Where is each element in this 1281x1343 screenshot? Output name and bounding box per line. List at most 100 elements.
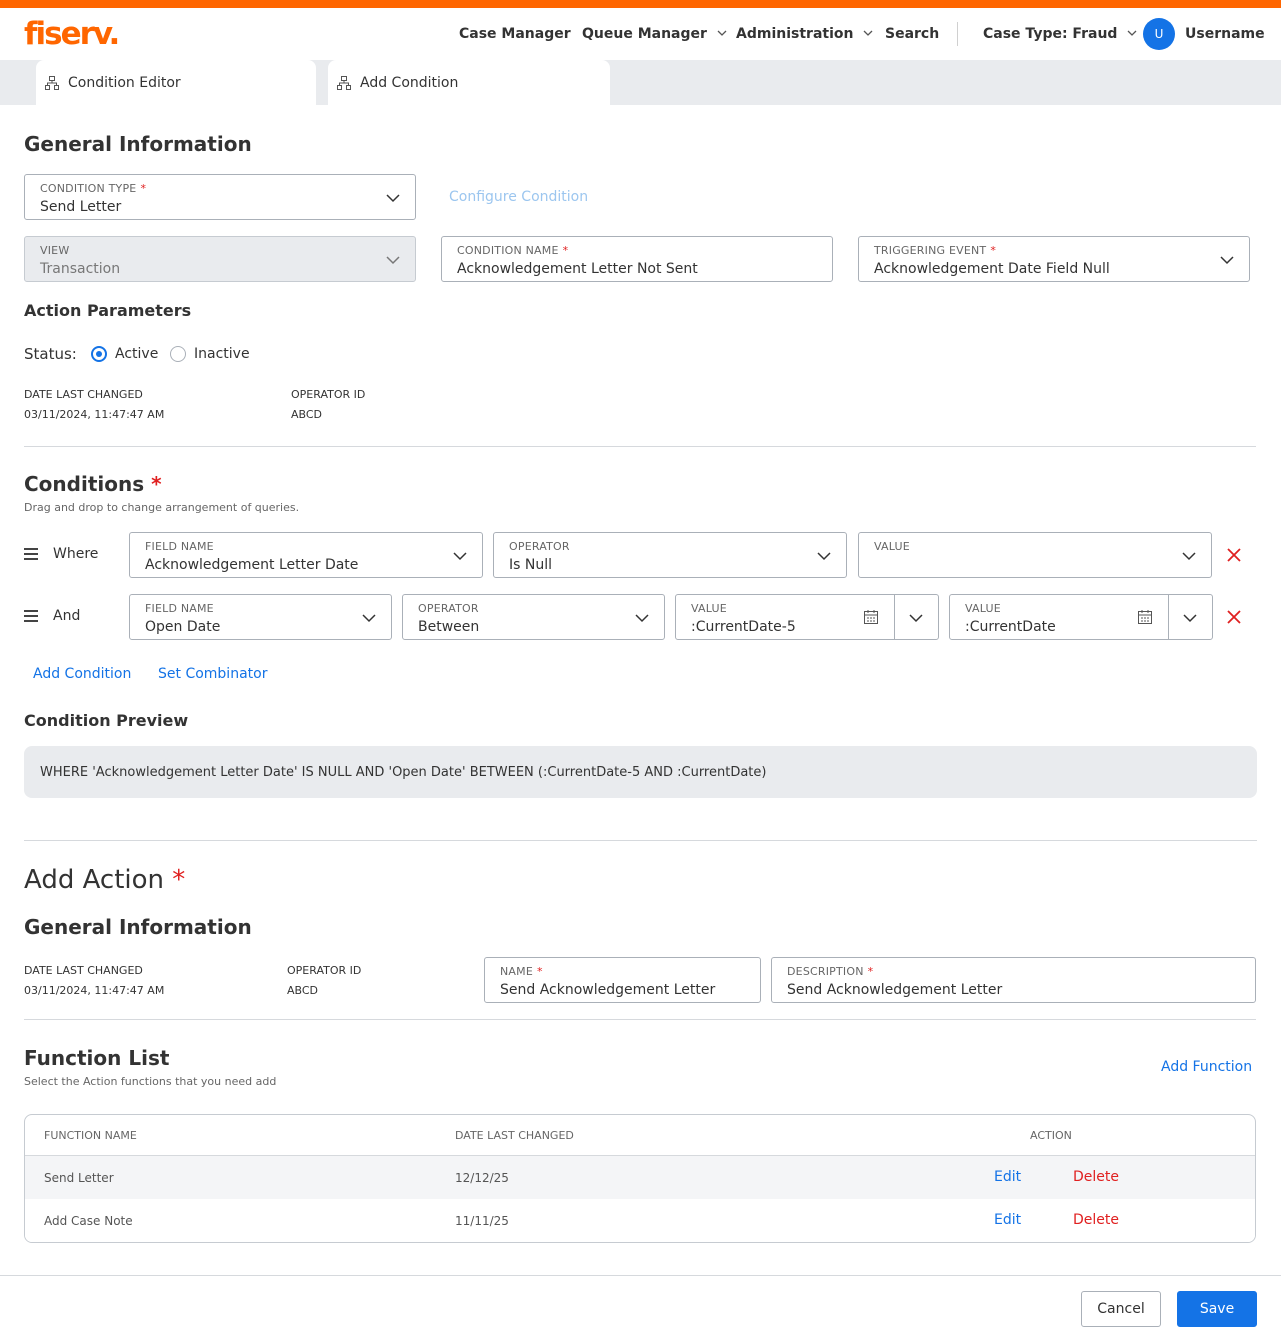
status-active-radio[interactable] xyxy=(91,346,107,362)
fiserv-logo[interactable]: fiserv. xyxy=(24,16,120,52)
date-cell: 12/12/25 xyxy=(455,1171,509,1185)
status-inactive-radio[interactable] xyxy=(170,346,186,362)
column-header: Function Name xyxy=(44,1129,137,1142)
action-name-label-text: Name xyxy=(500,965,533,978)
operator-value: Between xyxy=(418,619,480,635)
operator-label: Operator xyxy=(418,602,479,615)
save-button[interactable]: Save xyxy=(1177,1291,1257,1327)
action-name-field[interactable]: Name * Send Acknowledgement Letter xyxy=(484,957,761,1003)
cancel-button[interactable]: Cancel xyxy=(1081,1291,1161,1327)
field-name-select[interactable]: Field Name Acknowledgement Letter Date xyxy=(129,532,483,578)
field-name-value: Acknowledgement Letter Date xyxy=(145,557,359,573)
end-date-field[interactable]: Value :CurrentDate xyxy=(949,594,1213,640)
conditions-heading: Conditions * xyxy=(24,472,162,496)
value-value: :CurrentDate-5 xyxy=(691,619,796,635)
triggering-event-label-text: Triggering Event xyxy=(874,244,987,257)
view-select[interactable]: View Transaction xyxy=(24,236,416,282)
calendar-icon[interactable] xyxy=(863,609,879,625)
app-header: fiserv. Case Manager Queue Manager Admin… xyxy=(0,8,1281,60)
chevron-down-icon[interactable] xyxy=(1182,610,1198,626)
condition-type-value: Send Letter xyxy=(40,199,122,215)
operator-value: Is Null xyxy=(509,557,552,573)
nav-search[interactable]: Search xyxy=(885,8,939,60)
nav-case-manager[interactable]: Case Manager xyxy=(459,8,571,60)
condition-type-label: Condition Type * xyxy=(40,182,146,195)
tab-strip: Condition Editor Add Condition xyxy=(0,60,1281,105)
drag-handle-icon[interactable] xyxy=(24,548,38,560)
edit-link[interactable]: Edit xyxy=(994,1212,1021,1228)
required-marker: * xyxy=(990,244,997,257)
chevron-down-icon xyxy=(1220,256,1234,265)
chevron-down-icon[interactable] xyxy=(908,610,924,626)
date-last-changed-label: Date Last Changed xyxy=(24,964,143,977)
chevron-down-icon xyxy=(635,614,649,623)
edit-link[interactable]: Edit xyxy=(994,1169,1021,1185)
required-marker: * xyxy=(140,182,147,195)
delete-link[interactable]: Delete xyxy=(1073,1169,1119,1185)
operator-id-label: Operator ID xyxy=(291,388,366,401)
delete-link[interactable]: Delete xyxy=(1073,1212,1119,1228)
function-list-hint: Select the Action functions that you nee… xyxy=(24,1075,277,1088)
user-menu[interactable]: Username xyxy=(1185,8,1265,60)
calendar-icon[interactable] xyxy=(1137,609,1153,625)
nav-search-label: Search xyxy=(885,26,940,42)
configure-condition-link[interactable]: Configure Condition xyxy=(449,189,588,205)
value-label: Value xyxy=(874,540,910,553)
action-description-value: Send Acknowledgement Letter xyxy=(787,982,1003,998)
date-last-changed-value: 03/11/2024, 11:47:47 AM xyxy=(24,408,165,421)
status-inactive-label[interactable]: Inactive xyxy=(194,346,250,362)
action-name-label: Name * xyxy=(500,965,543,978)
triggering-event-label: Triggering Event * xyxy=(874,244,996,257)
function-table: Function Name Date Last Changed Action S… xyxy=(24,1114,1256,1243)
case-type-label: Case Type: Fraud xyxy=(983,26,1118,42)
tab-add-condition[interactable]: Add Condition xyxy=(328,60,610,105)
tab-label: Add Condition xyxy=(360,74,459,91)
value-select[interactable]: Value xyxy=(858,532,1212,578)
tab-condition-editor[interactable]: Condition Editor xyxy=(36,60,316,105)
start-date-field[interactable]: Value :CurrentDate-5 xyxy=(675,594,939,640)
condition-name-label: Condition Name * xyxy=(457,244,568,257)
chevron-down-icon xyxy=(1127,27,1137,41)
nav-queue-manager[interactable]: Queue Manager xyxy=(582,8,727,60)
triggering-event-select[interactable]: Triggering Event * Acknowledgement Date F… xyxy=(858,236,1250,282)
field-name-select[interactable]: Field Name Open Date xyxy=(129,594,392,640)
set-combinator-link[interactable]: Set Combinator xyxy=(158,666,267,682)
nav-administration[interactable]: Administration xyxy=(736,8,873,60)
date-cell: 11/11/25 xyxy=(455,1214,509,1228)
action-description-field[interactable]: Description * Send Acknowledgement Letter xyxy=(771,957,1256,1003)
table-row: Add Case Note 11/11/25 Edit Delete xyxy=(25,1199,1255,1242)
nav-divider xyxy=(957,22,958,46)
add-condition-link[interactable]: Add Condition xyxy=(33,666,131,682)
condition-name-field[interactable]: Condition Name * Acknowledgement Letter N… xyxy=(441,236,833,282)
operator-select[interactable]: Operator Between xyxy=(402,594,665,640)
avatar[interactable]: U xyxy=(1143,18,1175,50)
drag-handle-icon[interactable] xyxy=(24,610,38,622)
username-label: Username xyxy=(1185,26,1265,42)
network-icon xyxy=(337,75,351,90)
date-last-changed-value: 03/11/2024, 11:47:47 AM xyxy=(24,984,165,997)
remove-condition-icon[interactable] xyxy=(1227,610,1241,624)
footer-divider xyxy=(0,1275,1281,1276)
chevron-down-icon xyxy=(1182,552,1196,561)
required-marker: * xyxy=(867,965,874,978)
field-name-label: Field Name xyxy=(145,602,214,615)
action-name-value: Send Acknowledgement Letter xyxy=(500,982,716,998)
operator-id-value: ABCD xyxy=(287,984,319,997)
table-row: Send Letter 12/12/25 Edit Delete xyxy=(25,1155,1255,1199)
operator-select[interactable]: Operator Is Null xyxy=(493,532,847,578)
chevron-down-icon xyxy=(717,27,727,41)
brand-accent-bar xyxy=(0,0,1281,8)
condition-type-select[interactable]: Condition Type * Send Letter xyxy=(24,174,416,220)
condition-preview-text: WHERE 'Acknowledgement Letter Date' IS N… xyxy=(40,764,767,780)
add-function-link[interactable]: Add Function xyxy=(1161,1059,1252,1075)
status-active-label[interactable]: Active xyxy=(115,346,158,362)
chevron-down-icon xyxy=(453,552,467,561)
view-label: View xyxy=(40,244,70,257)
remove-condition-icon[interactable] xyxy=(1227,548,1241,562)
condition-preview-heading: Condition Preview xyxy=(24,711,189,730)
divider xyxy=(24,1019,1256,1020)
network-icon xyxy=(45,75,59,90)
function-name-cell: Send Letter xyxy=(44,1171,114,1185)
case-type-selector[interactable]: Case Type: Fraud xyxy=(983,8,1137,60)
chevron-down-icon xyxy=(863,27,873,41)
